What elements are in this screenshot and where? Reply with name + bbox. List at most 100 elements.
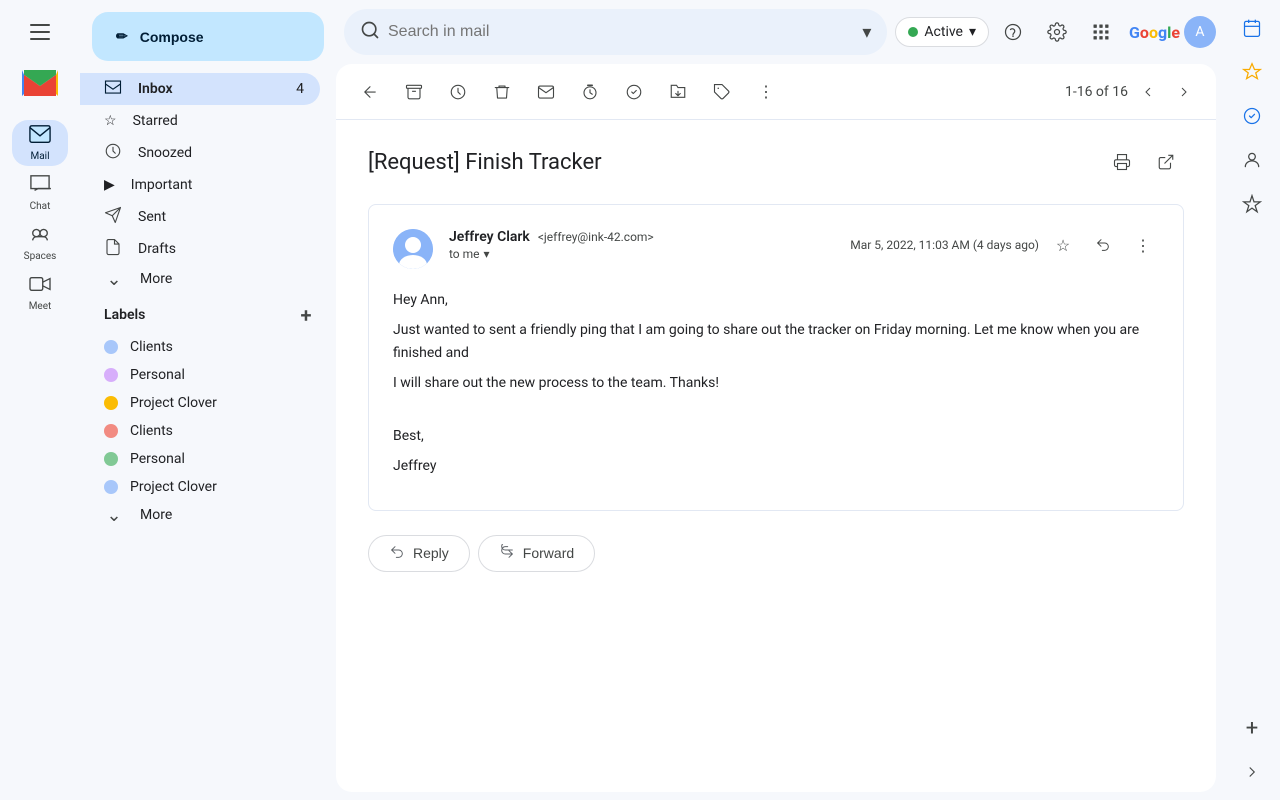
pagination: 1-16 of 16 (1065, 76, 1200, 108)
sidebar-nav-meet[interactable]: Meet (12, 270, 68, 316)
nav-important[interactable]: ▶ Important (80, 169, 320, 201)
print-button[interactable] (1104, 144, 1140, 180)
move-to-button[interactable] (660, 74, 696, 110)
reply-actions: Reply Forward (368, 535, 1184, 572)
search-dropdown-icon[interactable]: ▾ (862, 22, 871, 43)
active-status-label: Active (924, 24, 963, 40)
sidebar-nav-mail[interactable]: Mail (12, 120, 68, 166)
label-name-personal2: Personal (130, 451, 185, 467)
reply-button[interactable]: Reply (368, 535, 470, 572)
labels-header: Labels + (80, 293, 336, 333)
label-clients2[interactable]: Clients (80, 417, 320, 445)
forward-label: Forward (523, 545, 574, 561)
pagination-next-button[interactable] (1168, 76, 1200, 108)
sidebar-nav-spaces[interactable]: Spaces (12, 220, 68, 266)
sender-info: Jeffrey Clark <jeffrey@ink-42.com> to me… (449, 229, 834, 261)
labels-more[interactable]: ⌄ More (80, 501, 336, 529)
sidebar-nav-spaces-label: Spaces (24, 251, 57, 262)
label-name-personal1: Personal (130, 367, 185, 383)
contacts-button[interactable] (1232, 140, 1272, 180)
add-label-button[interactable]: + (292, 301, 320, 329)
nav-starred[interactable]: ☆ Starred (80, 105, 320, 137)
sidebar-nav-meet-label: Meet (29, 301, 52, 312)
email-greeting: Hey Ann, (393, 289, 1159, 311)
forward-button[interactable]: Forward (478, 535, 595, 572)
tasks-button[interactable] (1232, 96, 1272, 136)
label-project-clover1[interactable]: Project Clover (80, 389, 320, 417)
label-button[interactable] (704, 74, 740, 110)
active-status-dot (908, 27, 918, 37)
label-dot-project-clover1 (104, 396, 118, 410)
sender-row: Jeffrey Clark <jeffrey@ink-42.com> to me… (393, 229, 1159, 269)
snoozed-icon (104, 142, 122, 164)
settings-button[interactable] (1037, 12, 1077, 52)
label-personal1[interactable]: Personal (80, 361, 320, 389)
google-logo[interactable]: G o o g l e (1129, 23, 1180, 42)
sender-to[interactable]: to me ▾ (449, 247, 834, 261)
reply-email-button[interactable] (1087, 229, 1119, 261)
nav-more[interactable]: ⌄ More (80, 265, 336, 293)
google-g: G (1129, 23, 1140, 42)
label-project-clover2[interactable]: Project Clover (80, 473, 320, 501)
open-in-new-button[interactable] (1148, 144, 1184, 180)
add-addon-button[interactable]: + (1232, 708, 1272, 748)
pagination-prev-button[interactable] (1132, 76, 1164, 108)
email-toolbar: ⋮ 1-16 of 16 (336, 64, 1216, 120)
nav-sent[interactable]: Sent (80, 201, 320, 233)
archive-button[interactable] (396, 74, 432, 110)
nav-sent-label: Sent (138, 209, 304, 225)
more-chevron-icon: ⌄ (104, 269, 124, 290)
nav-snoozed[interactable]: Snoozed (80, 137, 320, 169)
left-panel: ✏ Compose Inbox 4 ☆ Starred Snoozed ▶ Im… (80, 0, 336, 800)
search-bar[interactable]: ▾ (344, 9, 887, 55)
delete-button[interactable] (484, 74, 520, 110)
important-icon: ▶ (104, 177, 115, 193)
email-signoff: Best, (393, 425, 1159, 447)
label-personal2[interactable]: Personal (80, 445, 320, 473)
nav-drafts-label: Drafts (138, 241, 304, 257)
gmail-logo[interactable] (22, 68, 58, 100)
mark-unread-button[interactable] (528, 74, 564, 110)
snooze2-button[interactable] (572, 74, 608, 110)
subject-actions (1104, 144, 1184, 180)
help-button[interactable] (993, 12, 1033, 52)
star-icon: ☆ (104, 113, 117, 129)
label-clients1[interactable]: Clients (80, 333, 320, 361)
email-body-line2: I will share out the new process to the … (393, 372, 1159, 394)
user-avatar[interactable]: A (1184, 16, 1216, 48)
star-sidebar-button[interactable] (1232, 184, 1272, 224)
active-status-badge[interactable]: Active ▾ (895, 17, 989, 47)
sidebar-nav-chat[interactable]: Chat (12, 170, 68, 216)
star-email-button[interactable]: ☆ (1047, 229, 1079, 261)
calendar-button[interactable] (1232, 8, 1272, 48)
hamburger-menu-button[interactable] (16, 8, 64, 56)
email-signature: Jeffrey (393, 455, 1159, 477)
meet-icon (29, 274, 51, 299)
nav-inbox[interactable]: Inbox 4 (80, 73, 320, 105)
compose-button[interactable]: ✏ Compose (92, 12, 324, 61)
labels-title: Labels (104, 307, 145, 323)
apps-button[interactable] (1081, 12, 1121, 52)
inbox-badge: 4 (296, 81, 304, 97)
top-right-actions: Active ▾ G o o g l e A (895, 12, 1216, 52)
email-area: ⋮ 1-16 of 16 [Request] Finish Tracker (336, 64, 1216, 792)
sender-avatar (393, 229, 433, 269)
labels-more-label: More (140, 507, 172, 523)
nav-drafts[interactable]: Drafts (80, 233, 320, 265)
label-dot-clients2 (104, 424, 118, 438)
search-input[interactable] (388, 23, 854, 41)
back-button[interactable] (352, 74, 388, 110)
nav-more-label: More (140, 271, 172, 287)
more-options-button[interactable]: ⋮ (748, 74, 784, 110)
more-email-options-button[interactable]: ⋮ (1127, 229, 1159, 261)
search-icon[interactable] (360, 20, 380, 45)
snooze-button[interactable] (440, 74, 476, 110)
collapse-right-panel-button[interactable] (1243, 752, 1261, 792)
compose-pencil-icon: ✏ (116, 28, 128, 45)
keep-button[interactable] (1232, 52, 1272, 92)
nav-snoozed-label: Snoozed (138, 145, 304, 161)
labels-more-chevron-icon: ⌄ (104, 505, 124, 526)
task-button[interactable] (616, 74, 652, 110)
sender-name-row: Jeffrey Clark <jeffrey@ink-42.com> (449, 229, 834, 245)
label-dot-personal2 (104, 452, 118, 466)
